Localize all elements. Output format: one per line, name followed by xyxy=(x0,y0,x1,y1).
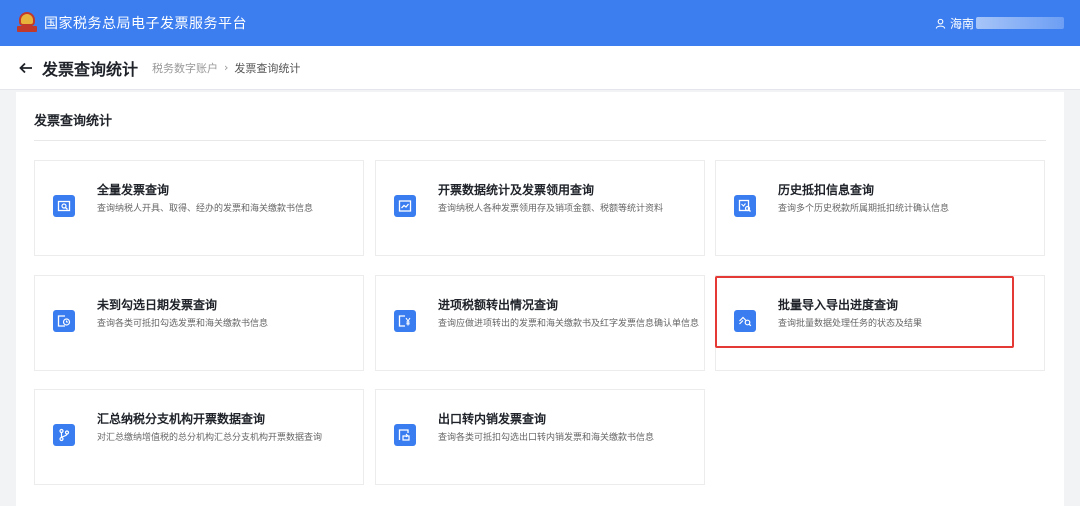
card-title: 批量导入导出进度查询 xyxy=(778,298,899,312)
card-desc: 查询纳税人各种发票领用存及销项金额、税额等统计资料 xyxy=(438,204,664,214)
clock-invoice-icon xyxy=(53,310,75,332)
card-title: 进项税额转出情况查询 xyxy=(438,298,559,312)
card-title: 汇总纳税分支机构开票数据查询 xyxy=(97,412,266,426)
card-title: 全量发票查询 xyxy=(97,183,170,197)
branch-icon xyxy=(53,424,75,446)
card-history-deduction-query[interactable]: 历史抵扣信息查询 查询多个历史税款所属期抵扣统计确认信息 xyxy=(715,160,1045,256)
card-batch-progress-query[interactable]: 批量导入导出进度查询 查询批量数据处理任务的状态及结果 xyxy=(715,275,1045,371)
page-header: 发票查询统计 税务数字账户 › 发票查询统计 xyxy=(0,46,1080,90)
tax-emblem-logo xyxy=(16,12,38,34)
yen-invoice-icon xyxy=(394,310,416,332)
breadcrumb-item-current: 发票查询统计 xyxy=(234,61,301,75)
card-desc: 查询纳税人开具、取得、经办的发票和海关缴款书信息 xyxy=(97,204,314,214)
card-export-domestic-query[interactable]: 出口转内销发票查询 查询各类可抵扣勾选出口转内销发票和海关缴款书信息 xyxy=(375,389,705,485)
invoice-search-icon xyxy=(53,195,75,217)
user-menu[interactable]: 海南 xyxy=(935,0,1064,46)
top-header: 国家税务总局电子发票服务平台 海南 xyxy=(0,0,1080,46)
chevron-right-icon: › xyxy=(224,61,229,74)
breadcrumb: 税务数字账户 › 发票查询统计 xyxy=(152,60,300,76)
main-panel: 发票查询统计 全量发票查询 查询纳税人开具、取得、经办的发票和海关缴款书信息 开… xyxy=(16,92,1064,506)
app-title: 国家税务总局电子发票服务平台 xyxy=(44,16,247,32)
breadcrumb-item-account[interactable]: 税务数字账户 xyxy=(152,60,218,76)
card-desc: 查询批量数据处理任务的状态及结果 xyxy=(778,319,923,329)
batch-search-icon xyxy=(734,310,756,332)
card-desc: 对汇总缴纳增值税的总分机构汇总分支机构开票数据查询 xyxy=(97,433,323,443)
divider xyxy=(34,140,1046,141)
user-icon xyxy=(935,18,946,29)
panel-title: 发票查询统计 xyxy=(34,114,113,129)
card-invoice-stats-query[interactable]: 开票数据统计及发票领用查询 查询纳税人各种发票领用存及销项金额、税额等统计资料 xyxy=(375,160,705,256)
arrow-left-icon xyxy=(19,62,32,73)
history-search-icon xyxy=(734,195,756,217)
card-desc: 查询各类可抵扣勾选发票和海关缴款书信息 xyxy=(97,319,269,329)
card-desc: 查询多个历史税款所属期抵扣统计确认信息 xyxy=(778,204,950,214)
card-branch-invoice-query[interactable]: 汇总纳税分支机构开票数据查询 对汇总缴纳增值税的总分机构汇总分支机构开票数据查询 xyxy=(34,389,364,485)
user-name: 海南 xyxy=(949,16,974,31)
card-desc: 查询各类可抵扣勾选出口转内销发票和海关缴款书信息 xyxy=(438,433,655,443)
card-unchecked-date-query[interactable]: 未到勾选日期发票查询 查询各类可抵扣勾选发票和海关缴款书信息 xyxy=(34,275,364,371)
export-invoice-icon xyxy=(394,424,416,446)
back-button[interactable] xyxy=(18,60,34,76)
card-title: 历史抵扣信息查询 xyxy=(778,183,875,197)
user-name-redacted xyxy=(976,17,1064,29)
card-desc: 查询应做进项转出的发票和海关缴款书及红字发票信息确认单信息 xyxy=(438,319,700,329)
card-full-invoice-query[interactable]: 全量发票查询 查询纳税人开具、取得、经办的发票和海关缴款书信息 xyxy=(34,160,364,256)
card-title: 开票数据统计及发票领用查询 xyxy=(438,183,595,197)
card-title: 未到勾选日期发票查询 xyxy=(97,298,218,312)
card-title: 出口转内销发票查询 xyxy=(438,412,547,426)
chart-trend-icon xyxy=(394,195,416,217)
card-input-tax-transfer-query[interactable]: 进项税额转出情况查询 查询应做进项转出的发票和海关缴款书及红字发票信息确认单信息 xyxy=(375,275,705,371)
page-title: 发票查询统计 xyxy=(42,59,139,79)
